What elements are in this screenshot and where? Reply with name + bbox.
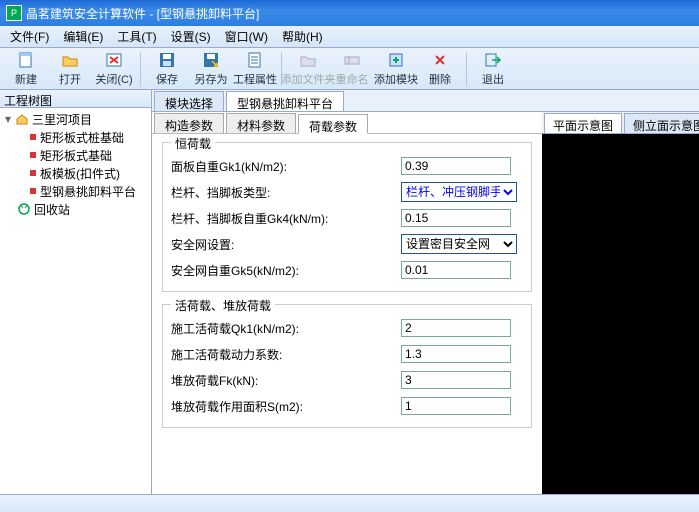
tab-module-current[interactable]: 型钢悬挑卸料平台 bbox=[226, 91, 344, 111]
new-icon bbox=[16, 50, 36, 70]
exit-icon bbox=[483, 50, 503, 70]
label-safety-net: 安全网设置: bbox=[171, 236, 401, 253]
title-bar: P 晶茗建筑安全计算软件 - [型钢悬挑卸料平台] bbox=[0, 0, 699, 26]
menu-file[interactable]: 文件(F) bbox=[4, 26, 55, 47]
tb-delete[interactable]: 删除 bbox=[418, 49, 462, 89]
select-rail-type[interactable]: 栏杆、冲压钢脚手 bbox=[401, 182, 517, 202]
label-gk4: 栏杆、挡脚板自重Gk4(kN/m): bbox=[171, 210, 401, 227]
recycle-icon bbox=[16, 202, 32, 216]
label-dyn-coeff: 施工活荷载动力系数: bbox=[171, 346, 401, 363]
tree-item[interactable]: 矩形板式桩基础 bbox=[2, 128, 149, 146]
tb-saveas[interactable]: 另存为 bbox=[189, 49, 233, 89]
input-s[interactable] bbox=[401, 397, 511, 415]
tb-close[interactable]: 关闭(C) bbox=[92, 49, 136, 89]
close-icon bbox=[104, 50, 124, 70]
input-gk4[interactable] bbox=[401, 209, 511, 227]
tb-new[interactable]: 新建 bbox=[4, 49, 48, 89]
group-dead-load: 恒荷载 面板自重Gk1(kN/m2): 栏杆、挡脚板类型:栏杆、冲压钢脚手 栏杆… bbox=[162, 142, 532, 292]
tree-panel: 工程树图 ▾ 三里河项目 矩形板式桩基础 矩形板式基础 板模板(扣件式) 型钢悬… bbox=[0, 90, 152, 494]
label-fk: 堆放荷载Fk(kN): bbox=[171, 372, 401, 389]
right-tabs: 平面示意图 侧立面示意图 bbox=[542, 112, 699, 134]
node-icon bbox=[30, 152, 36, 158]
tb-exit[interactable]: 退出 bbox=[471, 49, 515, 89]
toolbar: 新建 打开 关闭(C) 保存 另存为 工程属性 添加文件夹 重命名 添加模块 删… bbox=[0, 48, 699, 90]
window-title: 晶茗建筑安全计算软件 - [型钢悬挑卸料平台] bbox=[26, 5, 259, 22]
label-qk1: 施工活荷载Qk1(kN/m2): bbox=[171, 320, 401, 337]
node-icon bbox=[30, 170, 36, 176]
tree-item[interactable]: 型钢悬挑卸料平台 bbox=[2, 182, 149, 200]
tb-projprop[interactable]: 工程属性 bbox=[233, 49, 277, 89]
collapse-icon[interactable]: ▾ bbox=[2, 112, 14, 126]
tb-open[interactable]: 打开 bbox=[48, 49, 92, 89]
input-gk1[interactable] bbox=[401, 157, 511, 175]
addfolder-icon bbox=[298, 50, 318, 70]
menu-bar: 文件(F) 编辑(E) 工具(T) 设置(S) 窗口(W) 帮助(H) bbox=[0, 26, 699, 48]
label-s: 堆放荷载作用面积S(m2): bbox=[171, 398, 401, 415]
node-icon bbox=[30, 188, 36, 194]
node-icon bbox=[30, 134, 36, 140]
tree-header: 工程树图 bbox=[0, 90, 151, 108]
home-icon bbox=[14, 112, 30, 126]
center-area: 模块选择 型钢悬挑卸料平台 构造参数 材料参数 荷载参数 恒荷载 面板自重Gk1… bbox=[152, 90, 699, 494]
group-live-load: 活荷载、堆放荷载 施工活荷载Qk1(kN/m2): 施工活荷载动力系数: 堆放荷… bbox=[162, 304, 532, 428]
menu-tools[interactable]: 工具(T) bbox=[111, 26, 162, 47]
saveas-icon bbox=[201, 50, 221, 70]
input-gk5[interactable] bbox=[401, 261, 511, 279]
tree-item[interactable]: 矩形板式基础 bbox=[2, 146, 149, 164]
input-fk[interactable] bbox=[401, 371, 511, 389]
menu-settings[interactable]: 设置(S) bbox=[165, 26, 217, 47]
properties-icon bbox=[245, 50, 265, 70]
save-icon bbox=[157, 50, 177, 70]
tb-rename: 重命名 bbox=[330, 49, 374, 89]
toolbar-sep bbox=[140, 52, 141, 86]
label-gk5: 安全网自重Gk5(kN/m2): bbox=[171, 262, 401, 279]
label-gk1: 面板自重Gk1(kN/m2): bbox=[171, 158, 401, 175]
tab-material-params[interactable]: 材料参数 bbox=[226, 113, 296, 133]
tree-recycle[interactable]: 回收站 bbox=[2, 200, 149, 218]
tb-addfolder: 添加文件夹 bbox=[286, 49, 330, 89]
tb-addmodule[interactable]: 添加模块 bbox=[374, 49, 418, 89]
module-tabs: 模块选择 型钢悬挑卸料平台 bbox=[152, 90, 699, 112]
menu-help[interactable]: 帮助(H) bbox=[276, 26, 329, 47]
input-qk1[interactable] bbox=[401, 319, 511, 337]
input-dyn-coeff[interactable] bbox=[401, 345, 511, 363]
label-rail-type: 栏杆、挡脚板类型: bbox=[171, 184, 401, 201]
tab-load-params[interactable]: 荷载参数 bbox=[298, 114, 368, 134]
preview-canvas[interactable] bbox=[542, 134, 699, 494]
toolbar-sep bbox=[466, 52, 467, 86]
app-icon: P bbox=[6, 5, 22, 21]
open-icon bbox=[60, 50, 80, 70]
delete-icon bbox=[430, 50, 450, 70]
addmodule-icon bbox=[386, 50, 406, 70]
tab-side-view[interactable]: 侧立面示意图 bbox=[624, 113, 699, 133]
form-area: 恒荷载 面板自重Gk1(kN/m2): 栏杆、挡脚板类型:栏杆、冲压钢脚手 栏杆… bbox=[152, 134, 542, 494]
tab-module-select[interactable]: 模块选择 bbox=[154, 91, 224, 111]
tree-item[interactable]: 板模板(扣件式) bbox=[2, 164, 149, 182]
tree-root[interactable]: ▾ 三里河项目 bbox=[2, 110, 149, 128]
group-legend: 恒荷载 bbox=[171, 135, 215, 152]
status-bar bbox=[0, 494, 699, 512]
menu-window[interactable]: 窗口(W) bbox=[219, 26, 274, 47]
param-tabs: 构造参数 材料参数 荷载参数 bbox=[152, 112, 542, 134]
tb-save[interactable]: 保存 bbox=[145, 49, 189, 89]
group-legend: 活荷载、堆放荷载 bbox=[171, 297, 275, 314]
tab-plan-view[interactable]: 平面示意图 bbox=[544, 113, 622, 133]
project-tree[interactable]: ▾ 三里河项目 矩形板式桩基础 矩形板式基础 板模板(扣件式) 型钢悬挑卸料平台… bbox=[0, 108, 151, 220]
tab-structure-params[interactable]: 构造参数 bbox=[154, 113, 224, 133]
select-safety-net[interactable]: 设置密目安全网 bbox=[401, 234, 517, 254]
right-panel: 平面示意图 侧立面示意图 bbox=[542, 112, 699, 494]
rename-icon bbox=[342, 50, 362, 70]
menu-edit[interactable]: 编辑(E) bbox=[57, 26, 109, 47]
